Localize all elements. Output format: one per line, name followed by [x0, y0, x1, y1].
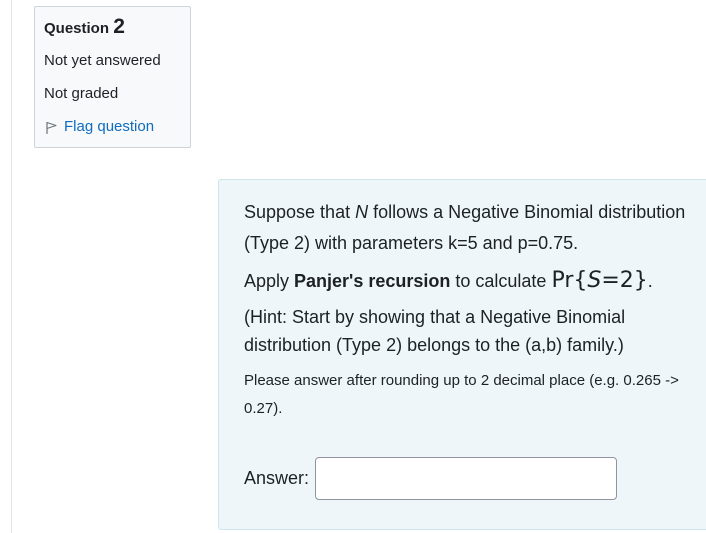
question-number: Question 2	[44, 15, 181, 41]
flag-question-label: Flag question	[64, 118, 155, 135]
question-content: Suppose that N follows a Negative Binomi…	[218, 179, 706, 530]
q-math-var: S	[587, 268, 602, 293]
q-text-2c: .	[647, 271, 653, 291]
question-info-panel: Question 2 Not yet answered Not graded F…	[34, 6, 191, 148]
question-state: Not yet answered	[44, 52, 161, 69]
q-text-2-bold: Panjer's recursion	[294, 271, 451, 291]
question-instructions: Please answer after rounding up to 2 dec…	[244, 372, 679, 417]
question-paragraph-2: Apply Panjer's recursion to calculate Pr…	[244, 267, 686, 295]
question-paragraph-1: Suppose that N follows a Negative Binomi…	[244, 197, 686, 259]
q-text-1a: Suppose that	[244, 202, 356, 222]
flag-icon	[44, 120, 59, 135]
question-number-value: 2	[113, 15, 125, 38]
q-text-2b: to calculate	[450, 271, 552, 291]
question-grade: Not graded	[44, 85, 119, 102]
flag-question-link[interactable]: Flag question	[44, 117, 181, 137]
q-math-b: =2}	[601, 268, 648, 293]
answer-label: Answer:	[244, 468, 310, 488]
q-math-a: Pr{	[551, 268, 588, 293]
question-hint: (Hint: Start by showing that a Negative …	[244, 307, 626, 355]
answer-row: Answer:	[244, 457, 686, 500]
quiz-page: Question 2 Not yet answered Not graded F…	[0, 0, 706, 533]
q-math-expression: Pr{S=2}	[551, 268, 647, 293]
question-label: Question	[44, 20, 110, 37]
q-var-n: N	[355, 202, 369, 222]
q-text-2a: Apply	[244, 271, 295, 291]
left-divider	[11, 0, 12, 533]
answer-input[interactable]	[315, 457, 618, 500]
